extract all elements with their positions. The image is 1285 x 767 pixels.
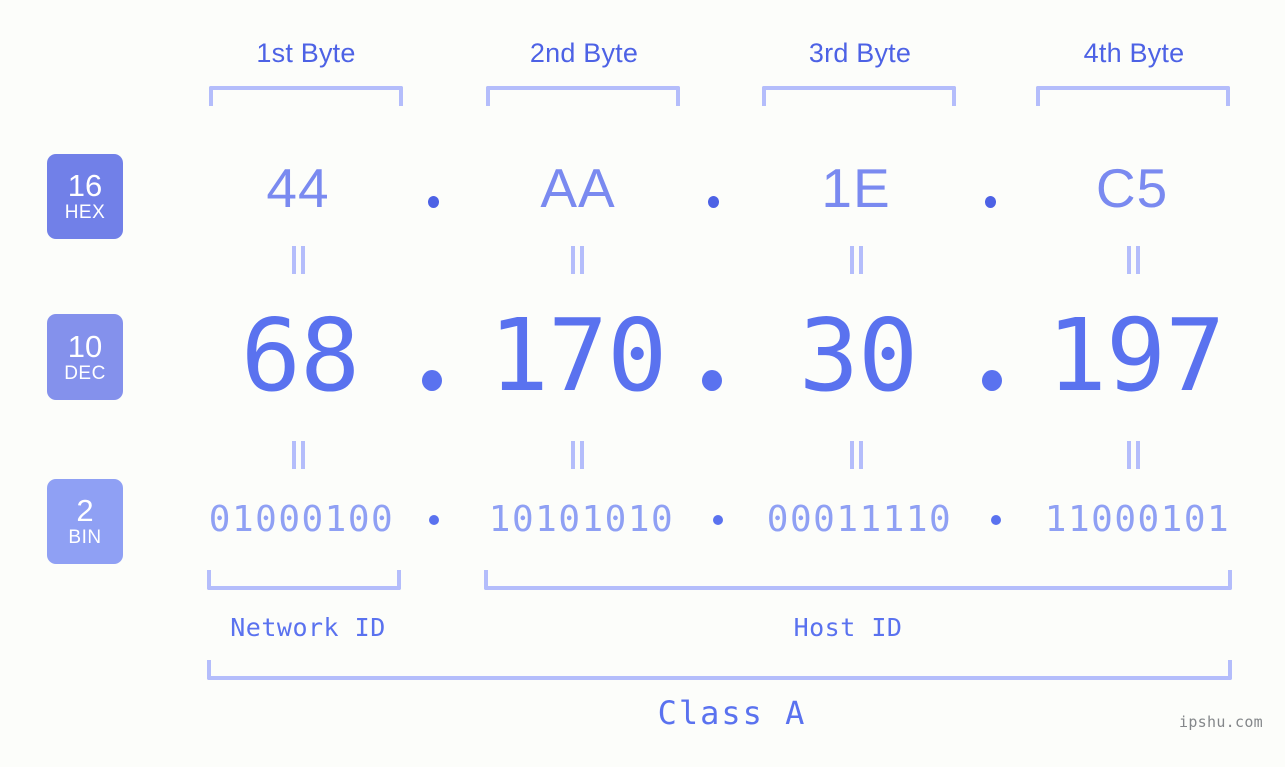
- base-badge-dec-number: 10: [67, 328, 103, 364]
- bin-separator-2: [713, 515, 723, 525]
- base-badge-bin-abbr: BIN: [68, 527, 102, 548]
- hex-byte-4: C5: [1095, 157, 1169, 219]
- hex-byte-1: 44: [266, 157, 330, 219]
- byte-bracket-3: [762, 86, 956, 106]
- equals-icon-hex-dec-2: [570, 246, 586, 274]
- base-badge-hex: 16 HEX: [47, 154, 123, 239]
- ip-byte-breakdown-diagram: 1st Byte 2nd Byte 3rd Byte 4th Byte 16 H…: [0, 0, 1285, 767]
- dec-separator-1: [422, 370, 442, 391]
- base-badge-dec: 10 DEC: [47, 314, 123, 400]
- byte-bracket-1: [209, 86, 403, 106]
- host-id-label: Host ID: [793, 613, 903, 642]
- class-label: Class A: [657, 694, 807, 732]
- byte-header-1: 1st Byte: [256, 38, 356, 68]
- base-badge-hex-abbr: HEX: [64, 202, 106, 223]
- byte-bracket-2: [486, 86, 680, 106]
- base-badge-dec-abbr: DEC: [64, 362, 106, 384]
- watermark: ipshu.com: [1179, 713, 1263, 731]
- base-badge-hex-number: 16: [67, 168, 103, 203]
- dec-byte-1: 68: [240, 297, 360, 414]
- byte-header-4: 4th Byte: [1083, 38, 1185, 68]
- byte-bracket-4: [1036, 86, 1230, 106]
- hex-separator-3: [985, 196, 996, 208]
- equals-icon-dec-bin-4: [1126, 441, 1142, 469]
- bin-separator-1: [429, 515, 439, 525]
- dec-separator-3: [982, 370, 1002, 391]
- hex-separator-1: [428, 196, 439, 208]
- class-bracket: [207, 660, 1232, 680]
- bin-byte-2: 10101010: [488, 499, 675, 540]
- bin-byte-3: 00011110: [766, 499, 953, 540]
- base-badge-bin: 2 BIN: [47, 479, 123, 564]
- byte-header-3: 3rd Byte: [808, 38, 912, 68]
- hex-byte-2: AA: [540, 157, 616, 219]
- equals-icon-dec-bin-1: [291, 441, 307, 469]
- host-id-bracket: [484, 570, 1232, 590]
- equals-icon-dec-bin-2: [570, 441, 586, 469]
- equals-icon-hex-dec-3: [849, 246, 865, 274]
- hex-byte-3: 1E: [821, 157, 891, 219]
- dec-separator-2: [702, 370, 722, 391]
- dec-byte-3: 30: [798, 297, 918, 414]
- hex-separator-2: [708, 196, 719, 208]
- equals-icon-hex-dec-1: [291, 246, 307, 274]
- bin-byte-1: 01000100: [208, 499, 395, 540]
- equals-icon-dec-bin-3: [849, 441, 865, 469]
- network-id-bracket: [207, 570, 401, 590]
- dec-byte-2: 170: [488, 297, 668, 414]
- byte-header-2: 2nd Byte: [529, 38, 639, 68]
- bin-byte-4: 11000101: [1044, 499, 1231, 540]
- base-badge-bin-number: 2: [76, 493, 94, 528]
- dec-byte-4: 197: [1046, 297, 1226, 414]
- bin-separator-3: [991, 515, 1001, 525]
- equals-icon-hex-dec-4: [1126, 246, 1142, 274]
- network-id-label: Network ID: [230, 613, 386, 642]
